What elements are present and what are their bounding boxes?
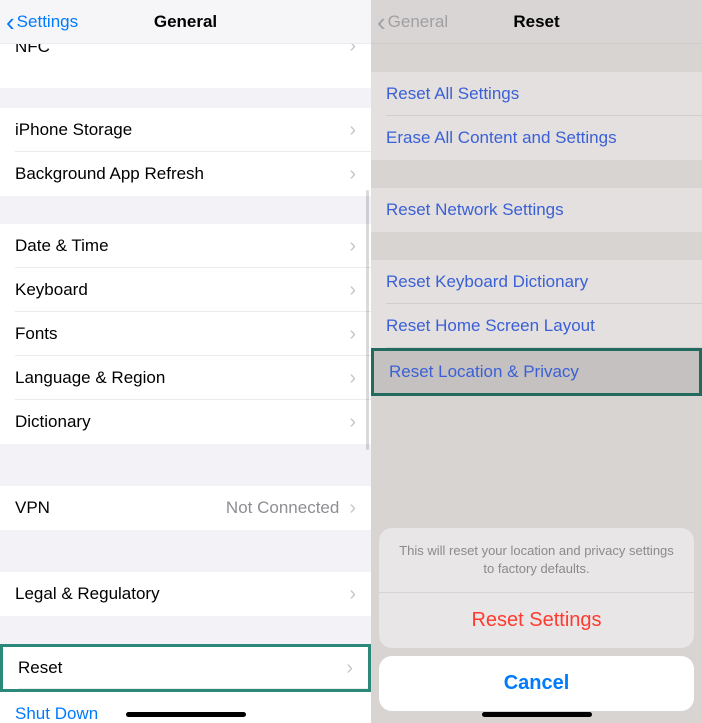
action-sheet-cancel-card: Cancel: [379, 656, 694, 711]
row-reset-network[interactable]: Reset Network Settings: [371, 188, 702, 232]
row-dictionary[interactable]: Dictionary ›: [0, 400, 371, 444]
row-label: iPhone Storage: [15, 120, 132, 140]
pane-general: ‹ Settings General NFC › iPhone Storage …: [0, 0, 371, 723]
row-label: Reset: [18, 658, 62, 678]
row-label: Shut Down: [15, 704, 98, 723]
section-gap: [0, 88, 371, 108]
row-reset-location-privacy[interactable]: Reset Location & Privacy: [371, 348, 702, 396]
general-list: NFC › iPhone Storage › Background App Re…: [0, 44, 371, 723]
row-label: Date & Time: [15, 236, 109, 256]
row-label: Background App Refresh: [15, 164, 204, 184]
section-gap: [0, 616, 371, 644]
row-label: Reset Location & Privacy: [389, 362, 579, 382]
section-gap: [371, 44, 702, 72]
reset-settings-button[interactable]: Reset Settings: [379, 593, 694, 648]
section-gap: [0, 196, 371, 224]
row-fonts[interactable]: Fonts ›: [0, 312, 371, 356]
row-label: Dictionary: [15, 412, 91, 432]
row-legal-regulatory[interactable]: Legal & Regulatory ›: [0, 572, 371, 616]
navbar-reset: ‹ General Reset: [371, 0, 702, 44]
page-title-general: General: [154, 12, 217, 32]
row-label: VPN: [15, 498, 50, 518]
row-label: Reset Keyboard Dictionary: [386, 272, 588, 292]
row-label: Keyboard: [15, 280, 88, 300]
section-gap: [371, 232, 702, 260]
vpn-status: Not Connected: [226, 498, 339, 518]
row-label: Legal & Regulatory: [15, 584, 160, 604]
navbar-general: ‹ Settings General: [0, 0, 371, 44]
cancel-button[interactable]: Cancel: [379, 656, 694, 711]
row-reset-keyboard-dictionary[interactable]: Reset Keyboard Dictionary: [371, 260, 702, 304]
scrollbar[interactable]: [366, 190, 369, 450]
back-label: Settings: [17, 12, 78, 32]
row-reset-all-settings[interactable]: Reset All Settings: [371, 72, 702, 116]
row-label: Erase All Content and Settings: [386, 128, 617, 148]
row-label: Reset Home Screen Layout: [386, 316, 595, 336]
row-label: Reset Network Settings: [386, 200, 564, 220]
action-sheet-message: This will reset your location and privac…: [379, 528, 694, 593]
row-date-time[interactable]: Date & Time ›: [0, 224, 371, 268]
row-background-app-refresh[interactable]: Background App Refresh ›: [0, 152, 371, 196]
row-label: Fonts: [15, 324, 58, 344]
row-shut-down[interactable]: Shut Down: [0, 692, 371, 723]
action-sheet: This will reset your location and privac…: [371, 528, 702, 723]
row-nfc[interactable]: NFC ›: [0, 44, 371, 88]
row-iphone-storage[interactable]: iPhone Storage ›: [0, 108, 371, 152]
row-label: NFC: [15, 44, 50, 55]
action-sheet-card: This will reset your location and privac…: [379, 528, 694, 648]
row-label: Reset All Settings: [386, 84, 519, 104]
pane-reset: ‹ General Reset Reset All Settings Erase…: [371, 0, 702, 723]
row-erase-all-content[interactable]: Erase All Content and Settings: [371, 116, 702, 160]
row-reset[interactable]: Reset ›: [0, 644, 371, 692]
row-vpn[interactable]: VPN Not Connected ›: [0, 486, 371, 530]
section-gap: [0, 444, 371, 486]
home-indicator[interactable]: [126, 712, 246, 717]
row-language-region[interactable]: Language & Region ›: [0, 356, 371, 400]
section-gap: [0, 530, 371, 572]
home-indicator[interactable]: [482, 712, 592, 717]
back-button-settings[interactable]: ‹ Settings: [6, 0, 78, 44]
back-button-general[interactable]: ‹ General: [377, 0, 448, 44]
row-reset-home-screen[interactable]: Reset Home Screen Layout: [371, 304, 702, 348]
section-gap: [371, 160, 702, 188]
row-label: Language & Region: [15, 368, 165, 388]
page-title-reset: Reset: [513, 12, 559, 32]
row-keyboard[interactable]: Keyboard ›: [0, 268, 371, 312]
back-label: General: [388, 12, 448, 32]
